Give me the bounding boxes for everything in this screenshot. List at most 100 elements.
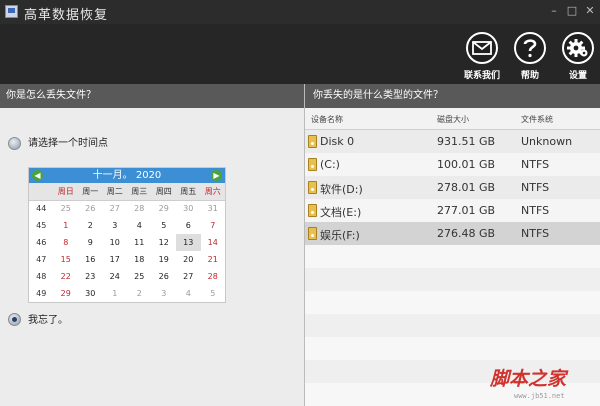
calendar-day[interactable]: 2: [127, 285, 152, 302]
calendar-day[interactable]: 11: [127, 234, 152, 251]
calendar-day[interactable]: 30: [176, 200, 201, 217]
calendar-day[interactable]: 25: [54, 200, 79, 217]
maximize-button[interactable]: □: [566, 5, 578, 17]
device-filesystem: NTFS: [521, 181, 550, 194]
column-header-device[interactable]: 设备名称: [311, 114, 343, 125]
gear-icon: [562, 32, 594, 64]
table-row[interactable]: 文档(E:) 277.01 GB NTFS: [305, 199, 600, 222]
calendar-day[interactable]: 1: [54, 217, 79, 234]
device-filesystem: NTFS: [521, 227, 550, 240]
calendar-week-row: 49 29 30 1 2 3 4 5: [29, 285, 225, 302]
calendar-day[interactable]: 16: [78, 251, 103, 268]
calendar-day[interactable]: 5: [152, 217, 177, 234]
settings-button[interactable]: 设置: [556, 32, 600, 81]
close-button[interactable]: ✕: [584, 5, 596, 17]
calendar-month-title: 十一月。 2020: [92, 170, 162, 181]
weekday-header: 周六: [200, 183, 225, 201]
week-number: 46: [36, 238, 47, 247]
watermark: 脚本之家 www.jb51.net: [490, 362, 598, 402]
calendar-day[interactable]: 28: [201, 268, 226, 285]
table-row-selected[interactable]: 娱乐(F:) 276.48 GB NTFS: [305, 222, 600, 245]
calendar-day[interactable]: 2: [78, 217, 103, 234]
app-logo-icon: [5, 5, 18, 18]
help-button[interactable]: 帮助: [508, 32, 552, 81]
calendar-day[interactable]: 27: [176, 268, 201, 285]
calendar-day[interactable]: 3: [103, 217, 128, 234]
forgot-label: 我忘了。: [28, 315, 68, 326]
calendar-day[interactable]: 5: [201, 285, 226, 302]
device-name: 文档(E:): [320, 206, 362, 219]
calendar-day[interactable]: 29: [54, 285, 79, 302]
weekday-header: 周四: [151, 183, 176, 201]
device-table-header: 设备名称 磁盘大小 文件系统: [305, 108, 600, 130]
weekday-header: 周三: [127, 183, 152, 201]
calendar-day[interactable]: 4: [176, 285, 201, 302]
calendar-day[interactable]: 6: [176, 217, 201, 234]
watermark-text: 脚本之家: [490, 368, 567, 390]
calendar-day[interactable]: 28: [127, 200, 152, 217]
calendar-day[interactable]: 22: [54, 268, 79, 285]
drive-icon: [308, 227, 317, 240]
forgot-radio[interactable]: [8, 313, 21, 326]
calendar-day[interactable]: 30: [78, 285, 103, 302]
weekday-row: 周日 周一 周二 周三 周四 周五 周六: [29, 183, 225, 201]
calendar-day[interactable]: 26: [78, 200, 103, 217]
next-month-button[interactable]: ▶: [211, 170, 222, 181]
calendar-day-selected[interactable]: 13: [176, 234, 201, 251]
device-filesystem: NTFS: [521, 204, 550, 217]
calendar-day[interactable]: 7: [201, 217, 226, 234]
help-label: 帮助: [520, 71, 539, 81]
calendar-day[interactable]: 8: [54, 234, 79, 251]
timepoint-radio[interactable]: [8, 137, 21, 150]
weekday-header: 周五: [176, 183, 201, 201]
calendar-day[interactable]: 23: [78, 268, 103, 285]
drive-icon: [308, 204, 317, 217]
calendar-day[interactable]: 15: [54, 251, 79, 268]
week-number: 48: [36, 272, 47, 281]
settings-label: 设置: [568, 71, 587, 81]
column-header-filesystem[interactable]: 文件系统: [521, 114, 553, 125]
prev-month-button[interactable]: ◀: [32, 170, 43, 181]
table-row[interactable]: (C:) 100.01 GB NTFS: [305, 153, 600, 176]
calendar-week-row: 46 8 9 10 11 12 13 14: [29, 234, 225, 251]
window-title: 高革数据恢复: [24, 8, 109, 23]
calendar-day[interactable]: 1: [103, 285, 128, 302]
calendar-day[interactable]: 14: [201, 234, 226, 251]
column-header-size[interactable]: 磁盘大小: [437, 114, 469, 125]
calendar-day[interactable]: 29: [152, 200, 177, 217]
calendar-week-row: 45 1 2 3 4 5 6 7: [29, 217, 225, 234]
calendar-day[interactable]: 21: [201, 251, 226, 268]
calendar-day[interactable]: 24: [103, 268, 128, 285]
calendar-day[interactable]: 17: [103, 251, 128, 268]
calendar-day[interactable]: 4: [127, 217, 152, 234]
calendar-day[interactable]: 26: [152, 268, 177, 285]
calendar-day[interactable]: 31: [201, 200, 226, 217]
device-size: 278.01 GB: [437, 181, 496, 194]
device-size: 276.48 GB: [437, 227, 496, 240]
calendar-week-row: 47 15 16 17 18 19 20 21: [29, 251, 225, 268]
calendar-day[interactable]: 27: [103, 200, 128, 217]
table-row[interactable]: 软件(D:) 278.01 GB NTFS: [305, 176, 600, 199]
table-row[interactable]: Disk 0 931.51 GB Unknown: [305, 130, 600, 153]
watermark-url: www.jb51.net: [514, 392, 565, 400]
timepoint-label: 请选择一个时间点: [28, 138, 108, 149]
calendar-day[interactable]: 10: [103, 234, 128, 251]
device-name: 软件(D:): [320, 183, 363, 196]
contact-us-button[interactable]: 联系我们: [460, 32, 504, 81]
calendar-day[interactable]: 3: [152, 285, 177, 302]
date-picker-calendar: ◀ 十一月。 2020 ▶ 周日 周一 周二 周三 周四 周五 周六 44 25…: [28, 167, 226, 303]
minimize-button[interactable]: –: [548, 5, 560, 17]
device-name: (C:): [320, 158, 340, 171]
device-size: 100.01 GB: [437, 158, 496, 171]
calendar-day[interactable]: 19: [152, 251, 177, 268]
weekday-header: 周二: [102, 183, 127, 201]
title-bar: 高革数据恢复 – □ ✕: [0, 0, 600, 24]
calendar-day[interactable]: 18: [127, 251, 152, 268]
calendar-day[interactable]: 9: [78, 234, 103, 251]
calendar-day[interactable]: 12: [152, 234, 177, 251]
week-number: 49: [36, 289, 47, 298]
calendar-day[interactable]: 20: [176, 251, 201, 268]
device-filesystem: Unknown: [521, 135, 573, 148]
calendar-week-row: 44 25 26 27 28 29 30 31: [29, 200, 225, 217]
calendar-day[interactable]: 25: [127, 268, 152, 285]
